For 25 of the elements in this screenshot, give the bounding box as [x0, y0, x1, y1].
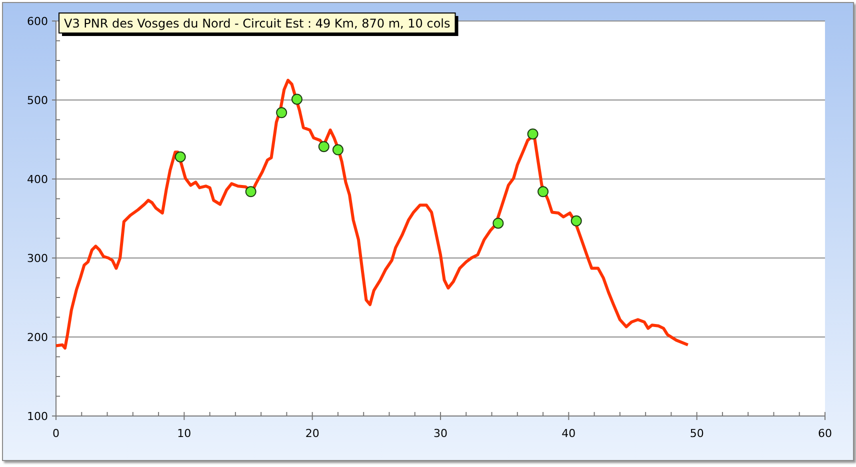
col-marker — [332, 144, 344, 156]
axis-tick-label: 40 — [562, 427, 576, 440]
col-marker — [570, 215, 582, 226]
chart-title: V3 PNR des Vosges du Nord - Circuit Est : 49 Km, 870 m, 10 cols — [64, 16, 450, 30]
axis-tick-label: 600 — [27, 15, 48, 28]
axis-tick-label: 300 — [27, 252, 48, 265]
col-marker — [245, 186, 256, 198]
axis-tick-label: 400 — [27, 173, 48, 186]
axis-tick-label: 100 — [27, 410, 48, 423]
axis-tick-label: 0 — [52, 427, 60, 440]
col-marker — [174, 151, 186, 162]
axis-tick-label: 60 — [818, 427, 832, 440]
col-marker — [538, 186, 549, 198]
axis-tick-label: 500 — [27, 94, 48, 107]
col-marker — [318, 141, 330, 152]
col-marker — [527, 128, 538, 140]
axis-tick-label: 10 — [177, 427, 192, 440]
col-marker — [276, 107, 288, 118]
col-marker — [492, 218, 504, 229]
col-marker — [291, 94, 302, 105]
chart-title: V3 PNR des Vosges du Nord - Circuit Est : 49 Km, 870 m, 10 cols — [58, 12, 458, 36]
axis-tick-label: 50 — [690, 427, 704, 440]
axis-tick-label: 200 — [27, 331, 48, 344]
axis-tick-label: 20 — [305, 427, 320, 440]
axis-tick-label: 30 — [434, 427, 448, 440]
